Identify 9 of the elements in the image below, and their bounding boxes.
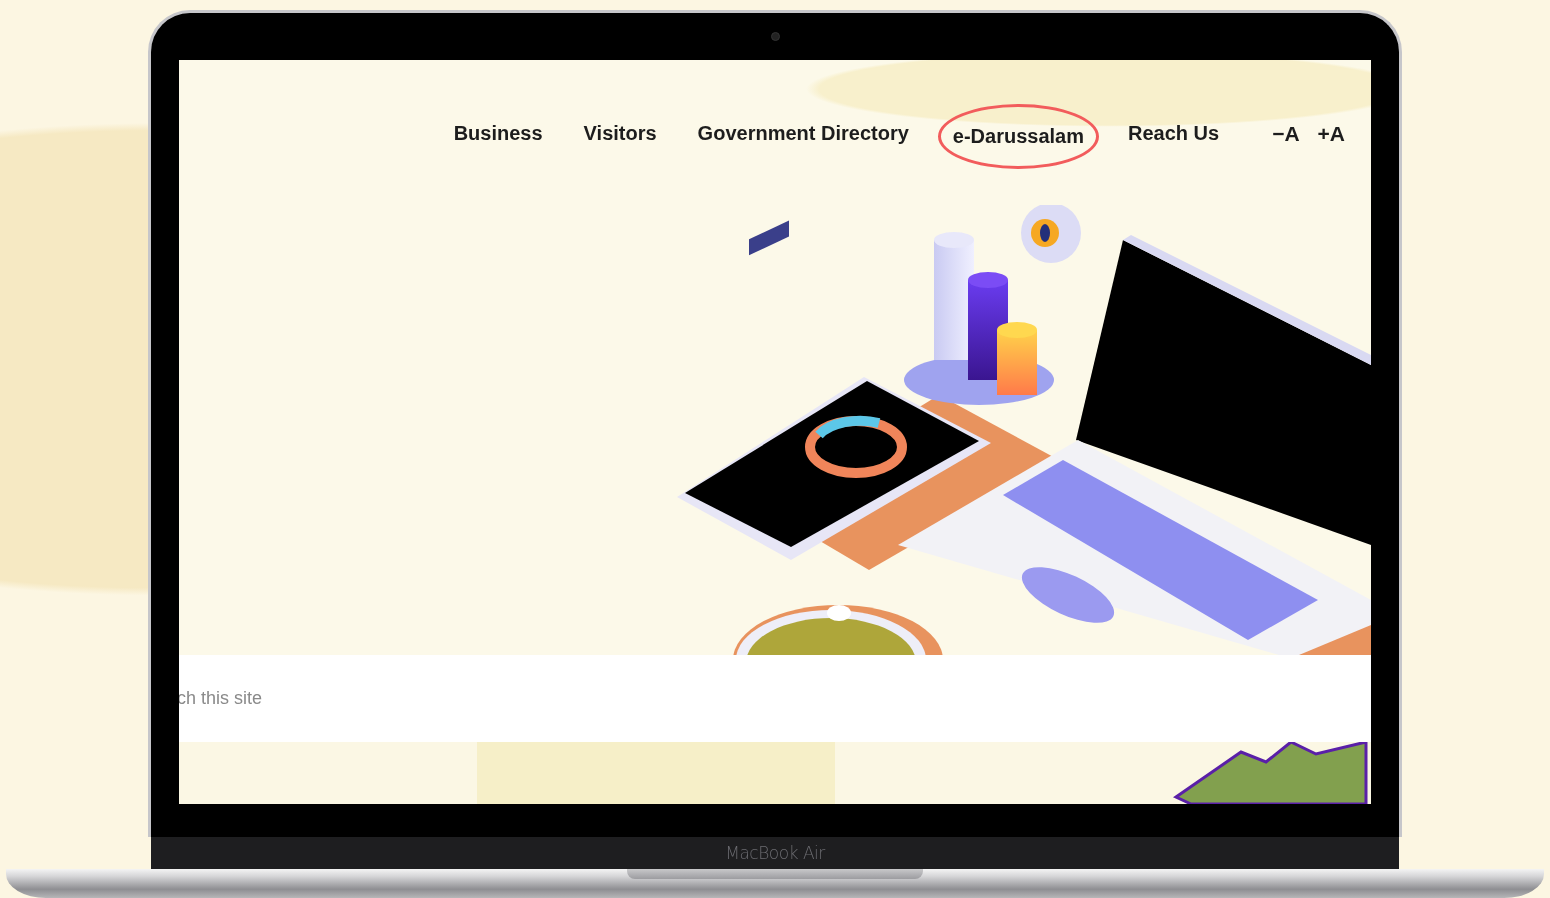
camera-icon <box>770 32 780 41</box>
nav-link[interactable]: e-Darussalam <box>937 104 1099 169</box>
font-size-button[interactable]: +A <box>1317 118 1345 150</box>
font-size-button[interactable]: −A <box>1272 118 1300 150</box>
device-label: MacBook Air <box>725 843 825 863</box>
nav-link[interactable]: Government Directory <box>695 118 911 149</box>
nav-link[interactable]: Business <box>451 118 545 149</box>
nav-link[interactable]: Visitors <box>581 118 659 149</box>
nav-link[interactable]: Reach Us <box>1125 118 1222 149</box>
